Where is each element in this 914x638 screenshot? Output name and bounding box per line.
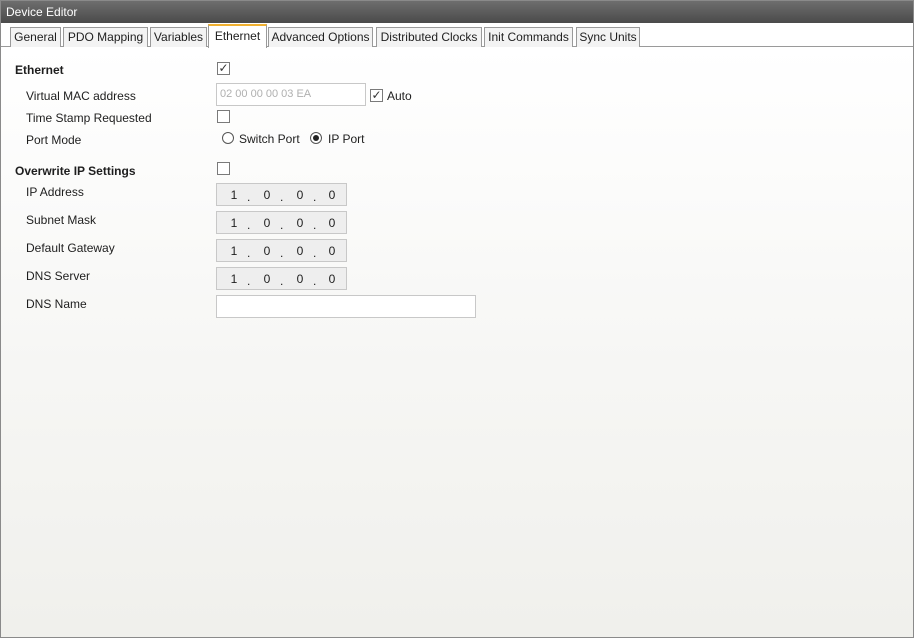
- dns-name-input[interactable]: [216, 295, 476, 318]
- ip-octet: 0: [263, 244, 271, 258]
- ip-octet: 0: [296, 272, 304, 286]
- ip-octet: 1: [230, 244, 238, 258]
- ip-port-radio[interactable]: [310, 132, 322, 144]
- ip-octet: 0: [328, 244, 336, 258]
- octet-separator: .: [280, 246, 284, 260]
- octet-separator: .: [313, 274, 317, 288]
- ip-address-input[interactable]: 1 . 0 . 0 . 0: [216, 183, 347, 206]
- ip-octet: 0: [263, 216, 271, 230]
- switch-port-radio[interactable]: [222, 132, 234, 144]
- port-mode-label: Port Mode: [26, 133, 82, 147]
- octet-separator: .: [280, 190, 284, 204]
- switch-port-label: Switch Port: [239, 132, 300, 146]
- octet-separator: .: [313, 190, 317, 204]
- ip-port-label: IP Port: [328, 132, 365, 146]
- default-gateway-input[interactable]: 1 . 0 . 0 . 0: [216, 239, 347, 262]
- ip-octet: 0: [296, 216, 304, 230]
- tab-variables[interactable]: Variables: [150, 27, 207, 47]
- mac-address-input[interactable]: 02 00 00 00 03 EA: [216, 83, 366, 106]
- timestamp-checkbox[interactable]: [217, 110, 230, 123]
- mac-auto-label: Auto: [387, 89, 412, 103]
- ip-octet: 1: [230, 188, 238, 202]
- ip-octet: 1: [230, 216, 238, 230]
- tab-sync-units[interactable]: Sync Units: [576, 27, 640, 47]
- ip-octet: 0: [296, 188, 304, 202]
- octet-separator: .: [280, 274, 284, 288]
- octet-separator: .: [280, 218, 284, 232]
- ethernet-panel: Ethernet ✓ Virtual MAC address 02 00 00 …: [1, 47, 913, 637]
- octet-separator: .: [313, 246, 317, 260]
- timestamp-label: Time Stamp Requested: [26, 111, 152, 125]
- octet-separator: .: [313, 218, 317, 232]
- ip-octet: 0: [296, 244, 304, 258]
- ip-octet: 0: [328, 188, 336, 202]
- ip-octet: 0: [328, 272, 336, 286]
- default-gateway-label: Default Gateway: [26, 241, 115, 255]
- octet-separator: .: [247, 218, 251, 232]
- ip-octet: 0: [263, 188, 271, 202]
- mac-auto-checkbox[interactable]: ✓: [370, 88, 383, 102]
- ip-octet: 1: [230, 272, 238, 286]
- subnet-mask-input[interactable]: 1 . 0 . 0 . 0: [216, 211, 347, 234]
- tab-distributed-clocks[interactable]: Distributed Clocks: [376, 27, 482, 47]
- ip-address-label: IP Address: [26, 185, 84, 199]
- tab-ethernet[interactable]: Ethernet: [208, 24, 267, 48]
- dns-name-label: DNS Name: [26, 297, 87, 311]
- tab-init-commands[interactable]: Init Commands: [484, 27, 573, 47]
- check-icon: ✓: [218, 61, 229, 75]
- tab-pdo-mapping[interactable]: PDO Mapping: [63, 27, 148, 47]
- subnet-mask-label: Subnet Mask: [26, 213, 97, 227]
- window-title: Device Editor: [1, 1, 913, 23]
- octet-separator: .: [247, 246, 251, 260]
- octet-separator: .: [247, 190, 251, 204]
- ethernet-checkbox[interactable]: ✓: [217, 61, 230, 75]
- overwrite-ip-checkbox[interactable]: [217, 162, 230, 175]
- device-editor-window: Device Editor General PDO Mapping Variab…: [0, 0, 914, 638]
- ip-octet: 0: [263, 272, 271, 286]
- mac-address-label: Virtual MAC address: [26, 89, 136, 103]
- dns-server-input[interactable]: 1 . 0 . 0 . 0: [216, 267, 347, 290]
- overwrite-ip-label: Overwrite IP Settings: [15, 164, 136, 178]
- tab-advanced-options[interactable]: Advanced Options: [268, 27, 373, 47]
- ip-octet: 0: [328, 216, 336, 230]
- tab-general[interactable]: General: [10, 27, 61, 47]
- ethernet-label: Ethernet: [15, 63, 64, 77]
- dns-server-label: DNS Server: [26, 269, 91, 283]
- radio-selected-dot: [313, 135, 319, 141]
- octet-separator: .: [247, 274, 251, 288]
- check-icon: ✓: [371, 88, 382, 102]
- tab-strip: General PDO Mapping Variables Ethernet A…: [1, 23, 913, 48]
